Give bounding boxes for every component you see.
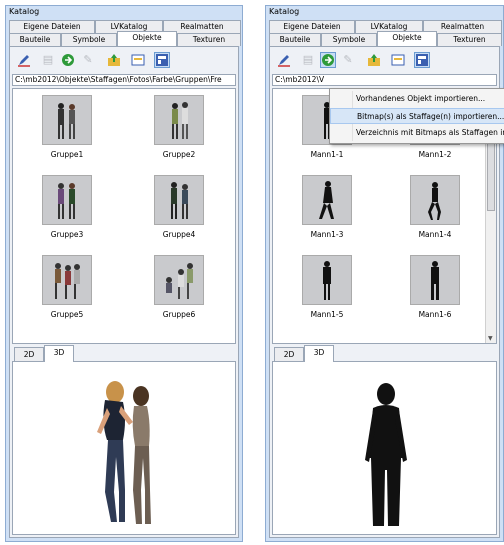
thumbnail	[154, 255, 204, 305]
tab-eigene-dateien[interactable]: Eigene Dateien	[269, 20, 355, 33]
thumbnail	[410, 175, 460, 225]
item-label: Mann1-3	[310, 230, 344, 239]
edit-icon[interactable]: ✎	[340, 52, 356, 68]
context-menu: Vorhandenes Objekt importieren... Bitmap…	[329, 88, 504, 144]
tab-eigene-dateien[interactable]: Eigene Dateien	[9, 20, 95, 33]
tab-texturen[interactable]: Texturen	[437, 33, 502, 46]
grid-item[interactable]: Mann1-4	[385, 175, 485, 253]
item-label: Gruppe3	[50, 230, 84, 239]
scroll-down-icon[interactable]: ▼	[488, 335, 493, 342]
up-folder-icon[interactable]	[366, 52, 382, 68]
tab-3d[interactable]: 3D	[44, 345, 74, 362]
item-label: Gruppe5	[50, 310, 84, 319]
tab-2d[interactable]: 2D	[274, 347, 304, 362]
toolbar: ▤ ✎	[272, 49, 497, 71]
tab-objekte[interactable]: Objekte	[117, 31, 177, 46]
tab-objekte[interactable]: Objekte	[377, 31, 437, 46]
panel-title: Katalog	[9, 7, 40, 16]
path-field[interactable]: C:\mb2012\Objekte\Staffagen\Fotos\Farbe\…	[12, 74, 236, 86]
preview-pane	[12, 361, 236, 535]
preview-pane	[272, 361, 497, 535]
menu-item-import-bitmaps[interactable]: Bitmap(s) als Staffage(n) importieren...	[330, 108, 504, 124]
import-arrow-icon[interactable]	[60, 52, 76, 68]
edit-icon[interactable]: ✎	[80, 52, 96, 68]
tab-row-bottom: Bauteile Symbole Objekte Texturen	[9, 31, 241, 46]
thumbnail	[302, 175, 352, 225]
object-grid: Gruppe1 Gruppe2 Gruppe3 Gruppe4 Gruppe5 …	[12, 88, 236, 344]
tab-bauteile[interactable]: Bauteile	[269, 33, 321, 46]
properties-icon[interactable]	[130, 52, 146, 68]
item-label: Gruppe6	[162, 310, 196, 319]
item-label: Mann1-1	[310, 150, 344, 159]
item-label: Gruppe2	[162, 150, 196, 159]
view-icon[interactable]	[414, 52, 430, 68]
thumbnail	[42, 95, 92, 145]
pen-icon[interactable]	[276, 52, 292, 68]
thumbnail	[154, 95, 204, 145]
path-field[interactable]: C:\mb2012\V	[272, 74, 497, 86]
grid-item[interactable]: Mann1-6	[385, 255, 485, 333]
tab-symbole[interactable]: Symbole	[321, 33, 377, 46]
tab-3d[interactable]: 3D	[304, 345, 334, 362]
item-label: Mann1-6	[418, 310, 452, 319]
preview-image	[97, 381, 151, 524]
grid-item[interactable]: Gruppe1	[17, 95, 117, 173]
tab-row-bottom: Bauteile Symbole Objekte Texturen	[269, 31, 502, 46]
document-icon[interactable]: ▤	[40, 52, 56, 68]
catalog-panel-left: Katalog Eigene Dateien LVKatalog Realmat…	[5, 5, 243, 542]
preview-image	[365, 383, 407, 526]
grid-item[interactable]: Mann1-5	[277, 255, 377, 333]
item-label: Gruppe1	[50, 150, 84, 159]
grid-item[interactable]: Mann1-3	[277, 175, 377, 253]
panel-title: Katalog	[269, 7, 300, 16]
properties-icon[interactable]	[390, 52, 406, 68]
grid-item[interactable]: Gruppe3	[17, 175, 117, 253]
catalog-panel-right: Katalog Eigene Dateien LVKatalog Realmat…	[265, 5, 504, 542]
item-label: Mann1-4	[418, 230, 452, 239]
tab-bauteile[interactable]: Bauteile	[9, 33, 61, 46]
menu-item-import-directory[interactable]: Verzeichnis mit Bitmaps als Staffagen im	[330, 125, 504, 141]
tab-texturen[interactable]: Texturen	[177, 33, 241, 46]
grid-item[interactable]: Gruppe6	[129, 255, 229, 333]
view-icon[interactable]	[154, 52, 170, 68]
item-label: Gruppe4	[162, 230, 196, 239]
menu-item-import-object[interactable]: Vorhandenes Objekt importieren...	[330, 91, 504, 107]
pen-icon[interactable]	[16, 52, 32, 68]
grid-item[interactable]: Gruppe4	[129, 175, 229, 253]
thumbnail	[302, 255, 352, 305]
catalog-content: ▤ ✎ C:\mb2012\Objekte\Staffagen\Fotos\Fa…	[9, 46, 239, 538]
thumbnail	[410, 255, 460, 305]
thumbnail	[154, 175, 204, 225]
tab-symbole[interactable]: Symbole	[61, 33, 117, 46]
up-folder-icon[interactable]	[106, 52, 122, 68]
document-icon[interactable]: ▤	[300, 52, 316, 68]
tab-2d[interactable]: 2D	[14, 347, 44, 362]
import-arrow-icon[interactable]	[320, 52, 336, 68]
item-label: Mann1-2	[418, 150, 452, 159]
grid-item[interactable]: Gruppe5	[17, 255, 117, 333]
item-label: Mann1-5	[310, 310, 344, 319]
thumbnail	[42, 255, 92, 305]
grid-item[interactable]: Gruppe2	[129, 95, 229, 173]
thumbnail	[42, 175, 92, 225]
toolbar: ▤ ✎	[12, 49, 236, 71]
